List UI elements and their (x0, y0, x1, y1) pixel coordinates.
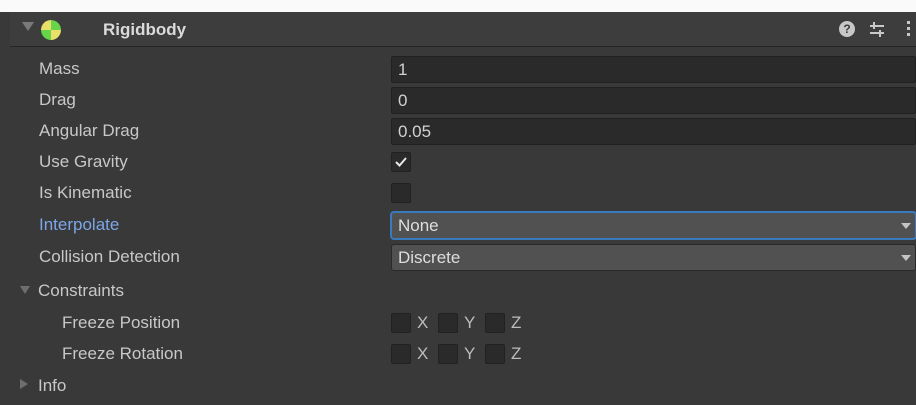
is-kinematic-label: Is Kinematic (39, 183, 132, 202)
use-gravity-label: Use Gravity (39, 152, 128, 171)
kebab-menu-icon[interactable] (906, 19, 912, 39)
freeze-rotation-z-checkbox[interactable] (485, 344, 505, 364)
drag-field[interactable]: 0 (391, 87, 916, 114)
mass-row: Mass 1 (10, 54, 916, 85)
axis-label-x: X (417, 344, 429, 363)
drag-label: Drag (39, 90, 76, 109)
collision-detection-value: Discrete (398, 248, 461, 267)
use-gravity-row: Use Gravity (10, 147, 916, 178)
use-gravity-checkbox[interactable] (391, 152, 411, 172)
mass-label: Mass (39, 59, 80, 78)
window-top-strip (0, 0, 916, 12)
collision-detection-row: Collision Detection Discrete (10, 242, 916, 273)
constraints-label: Constraints (38, 281, 124, 300)
freeze-rotation-y-checkbox[interactable] (438, 344, 458, 364)
freeze-position-z-checkbox[interactable] (485, 313, 505, 333)
angular-drag-field[interactable]: 0.05 (391, 118, 916, 145)
angular-drag-row: Angular Drag 0.05 (10, 116, 916, 147)
interpolate-label: Interpolate (39, 215, 120, 234)
freeze-rotation-x-checkbox[interactable] (391, 344, 411, 364)
axis-label-z: Z (511, 344, 522, 363)
axis-label-z: Z (511, 313, 522, 332)
foldout-arrow-icon[interactable] (20, 286, 30, 294)
mass-field[interactable]: 1 (391, 56, 916, 83)
info-foldout[interactable]: Info (10, 371, 916, 402)
constraints-foldout[interactable]: Constraints (10, 276, 916, 307)
angular-drag-label: Angular Drag (39, 121, 140, 140)
rigidbody-icon (41, 20, 61, 40)
is-kinematic-checkbox[interactable] (391, 183, 411, 203)
freeze-position-x-checkbox[interactable] (391, 313, 411, 333)
axis-label-x: X (417, 313, 429, 332)
interpolate-row: Interpolate None (10, 210, 916, 241)
collapse-arrow-icon[interactable] (22, 22, 34, 31)
help-icon[interactable]: ? (839, 21, 855, 37)
interpolate-dropdown[interactable]: None (391, 212, 916, 239)
interpolate-value: None (398, 216, 439, 235)
component-title: Rigidbody (103, 20, 187, 39)
foldout-arrow-icon[interactable] (20, 379, 28, 389)
is-kinematic-row: Is Kinematic (10, 178, 916, 209)
chevron-down-icon (901, 223, 911, 229)
checkmark-icon (395, 157, 407, 167)
freeze-rotation-label: Freeze Rotation (62, 344, 183, 363)
axis-label-y: Y (464, 344, 476, 363)
collision-detection-label: Collision Detection (39, 247, 180, 266)
info-label: Info (38, 376, 67, 395)
drag-row: Drag 0 (10, 85, 916, 116)
collision-detection-dropdown[interactable]: Discrete (391, 244, 916, 271)
freeze-position-y-checkbox[interactable] (438, 313, 458, 333)
freeze-position-row: Freeze Position X Y Z (10, 308, 916, 339)
freeze-rotation-row: Freeze Rotation X Y Z (10, 339, 916, 370)
axis-label-y: Y (464, 313, 476, 332)
freeze-position-label: Freeze Position (62, 313, 181, 332)
preset-icon[interactable] (868, 21, 886, 39)
chevron-down-icon (901, 255, 911, 261)
component-header[interactable]: Rigidbody ? (10, 12, 916, 47)
